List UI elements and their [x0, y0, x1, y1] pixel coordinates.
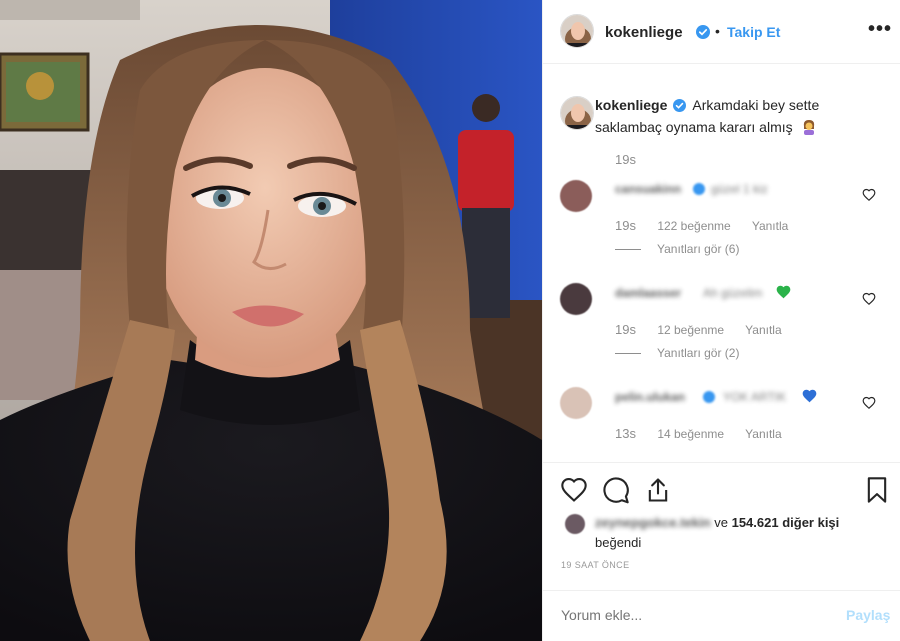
comment-input[interactable]	[561, 607, 781, 623]
comment-likes[interactable]: 14 beğenme	[657, 427, 724, 441]
action-bar	[543, 462, 900, 518]
reply-button[interactable]: Yanıtla	[745, 427, 781, 441]
likes-connector: ve	[714, 515, 728, 530]
post-photo[interactable]	[0, 0, 542, 641]
liker-avatar[interactable]	[565, 514, 585, 534]
selfie-image	[0, 0, 542, 641]
comment-time: 19s	[615, 322, 636, 337]
more-icon[interactable]: •••	[868, 18, 892, 41]
likes-count[interactable]: 154.621 diğer kişi	[732, 515, 840, 530]
likes-suffix: beğendi	[595, 535, 642, 550]
replies-divider	[615, 248, 641, 250]
comment-text: YOK ARTIK	[723, 390, 787, 404]
post-header: kokenliege • Takip Et •••	[543, 0, 900, 64]
blue-heart-emoji	[802, 389, 817, 403]
comment-username[interactable]: damlaasser	[615, 286, 681, 300]
heart-icon[interactable]	[862, 396, 876, 410]
caption-avatar[interactable]	[560, 96, 594, 130]
comment-meta: 19s 12 beğenme Yanıtla	[615, 322, 800, 337]
comment-time: 19s	[615, 218, 636, 233]
instagram-post: kokenliege • Takip Et ••• kokenliege Ark…	[0, 0, 900, 641]
username-link[interactable]: kokenliege	[605, 24, 683, 41]
comment-text: güzel 1 kiz	[711, 182, 768, 196]
comment-time: 13s	[615, 426, 636, 441]
comment-likes[interactable]: 12 beğenme	[657, 323, 724, 337]
post-caption: kokenliege Arkamdaki bey sette saklambaç…	[595, 94, 885, 138]
caption-username[interactable]: kokenliege	[595, 97, 667, 113]
woman-gesturing-emoji	[803, 120, 814, 135]
verified-icon	[696, 25, 710, 39]
verified-icon	[673, 99, 687, 112]
reply-button[interactable]: Yanıtla	[752, 219, 788, 233]
view-replies-label: Yanıtları gör (6)	[657, 242, 740, 256]
post-timestamp: 19 SAAT ÖNCE	[561, 560, 630, 570]
separator-dot: •	[715, 23, 720, 39]
heart-icon[interactable]	[560, 477, 588, 503]
green-heart-emoji	[776, 285, 791, 299]
first-liker[interactable]: zeynepgokce.tekin	[595, 515, 711, 530]
comment-username[interactable]: pelin.ulukan	[615, 390, 685, 404]
view-replies-button[interactable]: Yanıtları gör (6)	[615, 242, 739, 256]
comment-text: Ah güzelim	[703, 286, 763, 300]
reply-button[interactable]: Yanıtla	[745, 323, 781, 337]
follow-button[interactable]: Takip Et	[727, 24, 780, 40]
comment-meta: 19s 122 beğenme Yanıtla	[615, 218, 806, 233]
view-replies-label: Yanıtları gör (2)	[657, 346, 740, 360]
comment-avatar[interactable]	[560, 283, 592, 315]
post-side-panel: kokenliege • Takip Et ••• kokenliege Ark…	[542, 0, 900, 641]
bookmark-icon[interactable]	[864, 476, 890, 504]
share-icon[interactable]	[644, 476, 672, 504]
verified-icon	[693, 183, 705, 195]
view-replies-button[interactable]: Yanıtları gör (2)	[615, 346, 739, 360]
comment-meta: 13s 14 beğenme Yanıtla	[615, 426, 800, 441]
comment-avatar[interactable]	[560, 180, 592, 212]
heart-icon[interactable]	[862, 188, 876, 202]
replies-divider	[615, 352, 641, 354]
avatar-image	[561, 15, 593, 47]
verified-icon	[703, 391, 715, 403]
comment-likes[interactable]: 122 beğenme	[657, 219, 730, 233]
avatar-image	[561, 97, 593, 129]
heart-icon[interactable]	[862, 292, 876, 306]
comment-icon[interactable]	[602, 476, 630, 504]
comment-username[interactable]: cansuakinn	[615, 182, 681, 196]
comment-form: Paylaş	[543, 590, 900, 641]
comment-avatar[interactable]	[560, 387, 592, 419]
likes-summary[interactable]: zeynepgokce.tekin ve 154.621 diğer kişi …	[595, 513, 885, 553]
avatar[interactable]	[560, 14, 594, 48]
post-comment-button[interactable]: Paylaş	[846, 607, 890, 623]
caption-time: 19s	[615, 152, 636, 167]
